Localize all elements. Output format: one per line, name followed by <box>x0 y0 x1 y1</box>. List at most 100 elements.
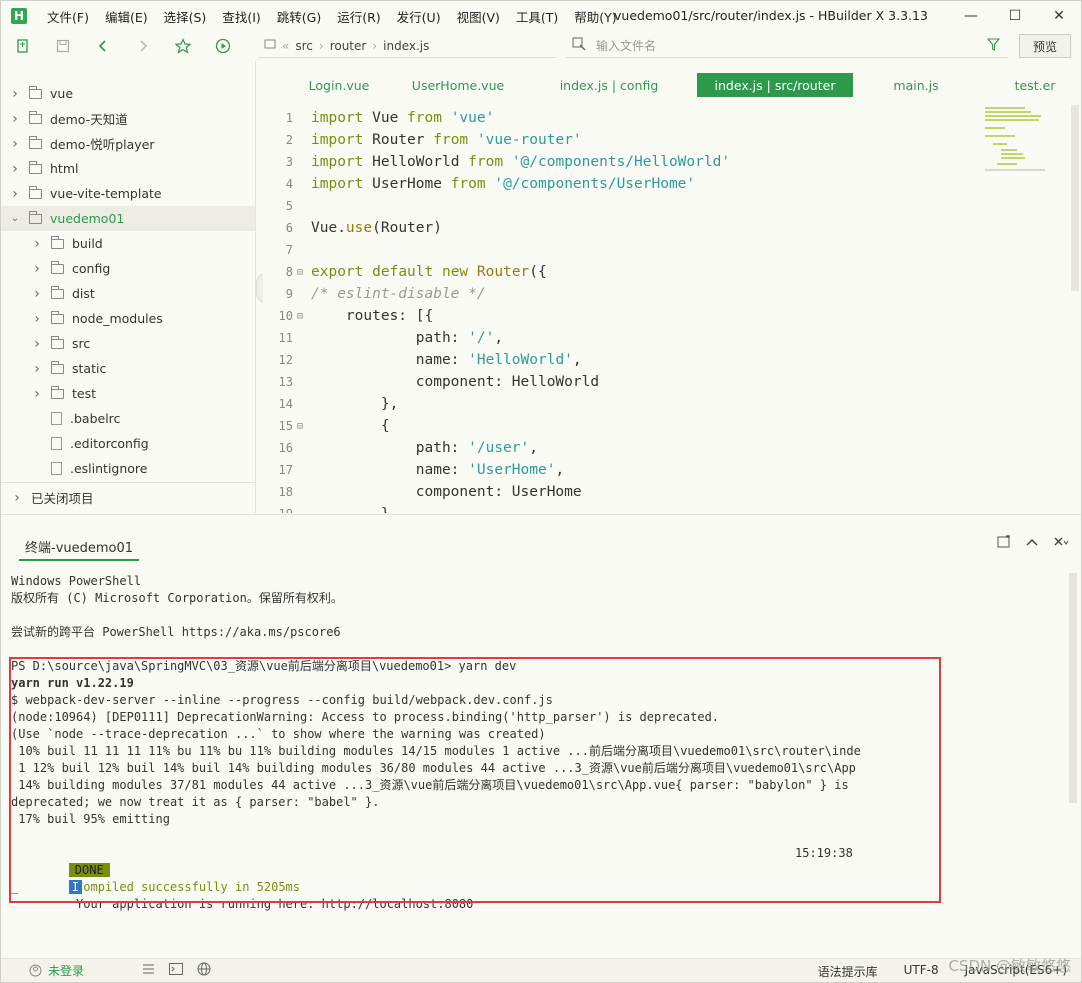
menu-goto[interactable]: 跳转(G) <box>269 7 329 26</box>
code-line[interactable]: 10 ⊟ routes: [{ <box>263 305 981 327</box>
code-line[interactable]: 7 <box>263 239 981 261</box>
menu-tools[interactable]: 工具(T) <box>508 7 566 26</box>
preview-button[interactable]: 预览 <box>1019 34 1071 58</box>
fold-icon[interactable]: ⊟ <box>297 311 307 322</box>
run-icon[interactable] <box>215 38 231 54</box>
terminal-icon[interactable] <box>169 963 184 978</box>
breadcrumb-item-file[interactable]: index.js <box>383 39 429 53</box>
chevron-right-icon[interactable]: › <box>31 286 43 302</box>
sidebar-item[interactable]: › test <box>31 381 96 406</box>
menu-select[interactable]: 选择(S) <box>156 7 215 26</box>
editor-scrollbar[interactable] <box>1071 105 1079 291</box>
sidebar-item[interactable]: ⌄ vuedemo01 <box>1 206 255 231</box>
back-icon[interactable] <box>95 38 111 54</box>
syntax-hint-library[interactable]: 语法提示库 <box>818 963 878 980</box>
code-line[interactable]: 5 <box>263 195 981 217</box>
chevron-right-icon[interactable]: › <box>11 490 23 506</box>
tab-terminal[interactable]: 终端-vuedemo01 <box>19 537 140 561</box>
sidebar-item[interactable]: › demo-天知道 <box>9 106 128 131</box>
menu-file[interactable]: 文件(F) <box>39 7 97 26</box>
chevron-right-icon[interactable]: › <box>9 86 21 102</box>
chevron-down-icon[interactable]: ⌄ <box>9 213 21 224</box>
sidebar-item-label: .babelrc <box>70 411 121 426</box>
code-area[interactable]: 1 import Vue from 'vue' 2 import Router fro… <box>263 105 981 513</box>
maximize-panel-icon[interactable] <box>1025 535 1039 553</box>
tab-login-vue[interactable]: Login.vue <box>289 73 389 97</box>
tab-index-router[interactable]: index.js | src/router <box>697 73 853 97</box>
sidebar-item[interactable]: › vue <box>9 81 73 106</box>
save-icon[interactable] <box>55 38 71 54</box>
list-icon[interactable] <box>142 963 155 978</box>
chevron-right-icon[interactable]: › <box>31 386 43 402</box>
sidebar-item[interactable]: .babelrc <box>31 406 120 431</box>
chevron-right-icon[interactable]: › <box>9 161 21 177</box>
chevron-right-icon[interactable]: › <box>31 361 43 377</box>
chevron-right-icon[interactable]: › <box>31 336 43 352</box>
code-line[interactable]: 9 /* eslint-disable */ <box>263 283 981 305</box>
breadcrumb-item-router[interactable]: router <box>330 39 367 53</box>
chevron-right-icon[interactable]: › <box>9 186 21 202</box>
sidebar-item[interactable]: › html <box>9 156 78 181</box>
minimize-button[interactable]: — <box>949 1 993 31</box>
sidebar-item[interactable]: .editorconfig <box>31 431 149 456</box>
sidebar-item[interactable]: › node_modules <box>31 306 163 331</box>
web-icon[interactable] <box>197 962 211 979</box>
star-icon[interactable] <box>175 38 191 54</box>
close-button[interactable]: ✕ <box>1037 1 1081 31</box>
code-line[interactable]: 4 import UserHome from '@/components/User… <box>263 173 981 195</box>
menu-publish[interactable]: 发行(U) <box>389 7 449 26</box>
menu-find[interactable]: 查找(I) <box>214 7 268 26</box>
menu-edit[interactable]: 编辑(E) <box>97 7 156 26</box>
code-line[interactable]: 15 ⊟ { <box>263 415 981 437</box>
fold-icon[interactable]: ⊟ <box>297 421 307 432</box>
forward-icon[interactable] <box>135 38 151 54</box>
code-line[interactable]: 1 import Vue from 'vue' <box>263 107 981 129</box>
breadcrumb-item-src[interactable]: src <box>295 39 313 53</box>
code-line[interactable]: 11 path: '/', <box>263 327 981 349</box>
chevron-right-icon[interactable]: › <box>31 311 43 327</box>
sidebar-item[interactable]: › config <box>31 256 110 281</box>
file-search-input[interactable]: 输入文件名 <box>566 34 1008 58</box>
new-terminal-icon[interactable] <box>997 535 1011 553</box>
login-status[interactable]: 未登录 <box>29 962 84 979</box>
fold-icon[interactable]: ⊟ <box>297 267 307 278</box>
encoding-indicator[interactable]: UTF-8 <box>904 963 939 980</box>
code-line[interactable]: 2 import Router from 'vue-router' <box>263 129 981 151</box>
tab-index-config[interactable]: index.js | config <box>549 73 669 97</box>
sidebar-item[interactable]: › build <box>31 231 103 256</box>
menu-view[interactable]: 视图(V) <box>449 7 508 26</box>
code-token: Router <box>476 264 530 280</box>
sidebar-item[interactable]: › static <box>31 356 106 381</box>
sidebar-item[interactable]: › dist <box>31 281 95 306</box>
code-line[interactable]: 12 name: 'HelloWorld', <box>263 349 981 371</box>
chevron-right-icon[interactable]: › <box>9 111 21 127</box>
code-line[interactable]: 16 path: '/user', <box>263 437 981 459</box>
tab-test[interactable]: test.er <box>1005 73 1065 97</box>
chevron-right-icon[interactable]: › <box>31 261 43 277</box>
code-line[interactable]: 3 import HelloWorld from '@/components/He… <box>263 151 981 173</box>
code-line[interactable]: 6 Vue.use(Router) <box>263 217 981 239</box>
code-line[interactable]: 18 component: UserHome <box>263 481 981 503</box>
close-terminal-icon[interactable] <box>1053 535 1069 553</box>
terminal-scrollbar[interactable] <box>1069 573 1077 803</box>
tab-main-js[interactable]: main.js <box>883 73 949 97</box>
code-line[interactable]: 13 component: HelloWorld <box>263 371 981 393</box>
sidebar-item[interactable]: › src <box>31 331 90 356</box>
filter-icon[interactable] <box>986 38 1001 54</box>
sidebar-item[interactable]: › vue-vite-template <box>9 181 162 206</box>
code-line[interactable]: 14 }, <box>263 393 981 415</box>
code-line[interactable]: 8 ⊟ export default new Router({ <box>263 261 981 283</box>
chevron-right-icon[interactable]: › <box>31 236 43 252</box>
code-line[interactable]: 19 } <box>263 503 981 513</box>
closed-projects[interactable]: › 已关闭项目 <box>1 482 255 512</box>
sidebar-item[interactable]: .eslintignore <box>31 456 147 481</box>
sidebar-item[interactable]: › demo-悦听player <box>9 131 155 156</box>
menu-run[interactable]: 运行(R) <box>329 7 388 26</box>
chevron-right-icon[interactable]: › <box>9 136 21 152</box>
new-file-icon[interactable] <box>15 38 31 54</box>
code-minimap[interactable] <box>983 105 1053 173</box>
maximize-button[interactable]: ☐ <box>993 1 1037 31</box>
code-line[interactable]: 17 name: 'UserHome', <box>263 459 981 481</box>
tab-userhome-vue[interactable]: UserHome.vue <box>408 73 508 97</box>
